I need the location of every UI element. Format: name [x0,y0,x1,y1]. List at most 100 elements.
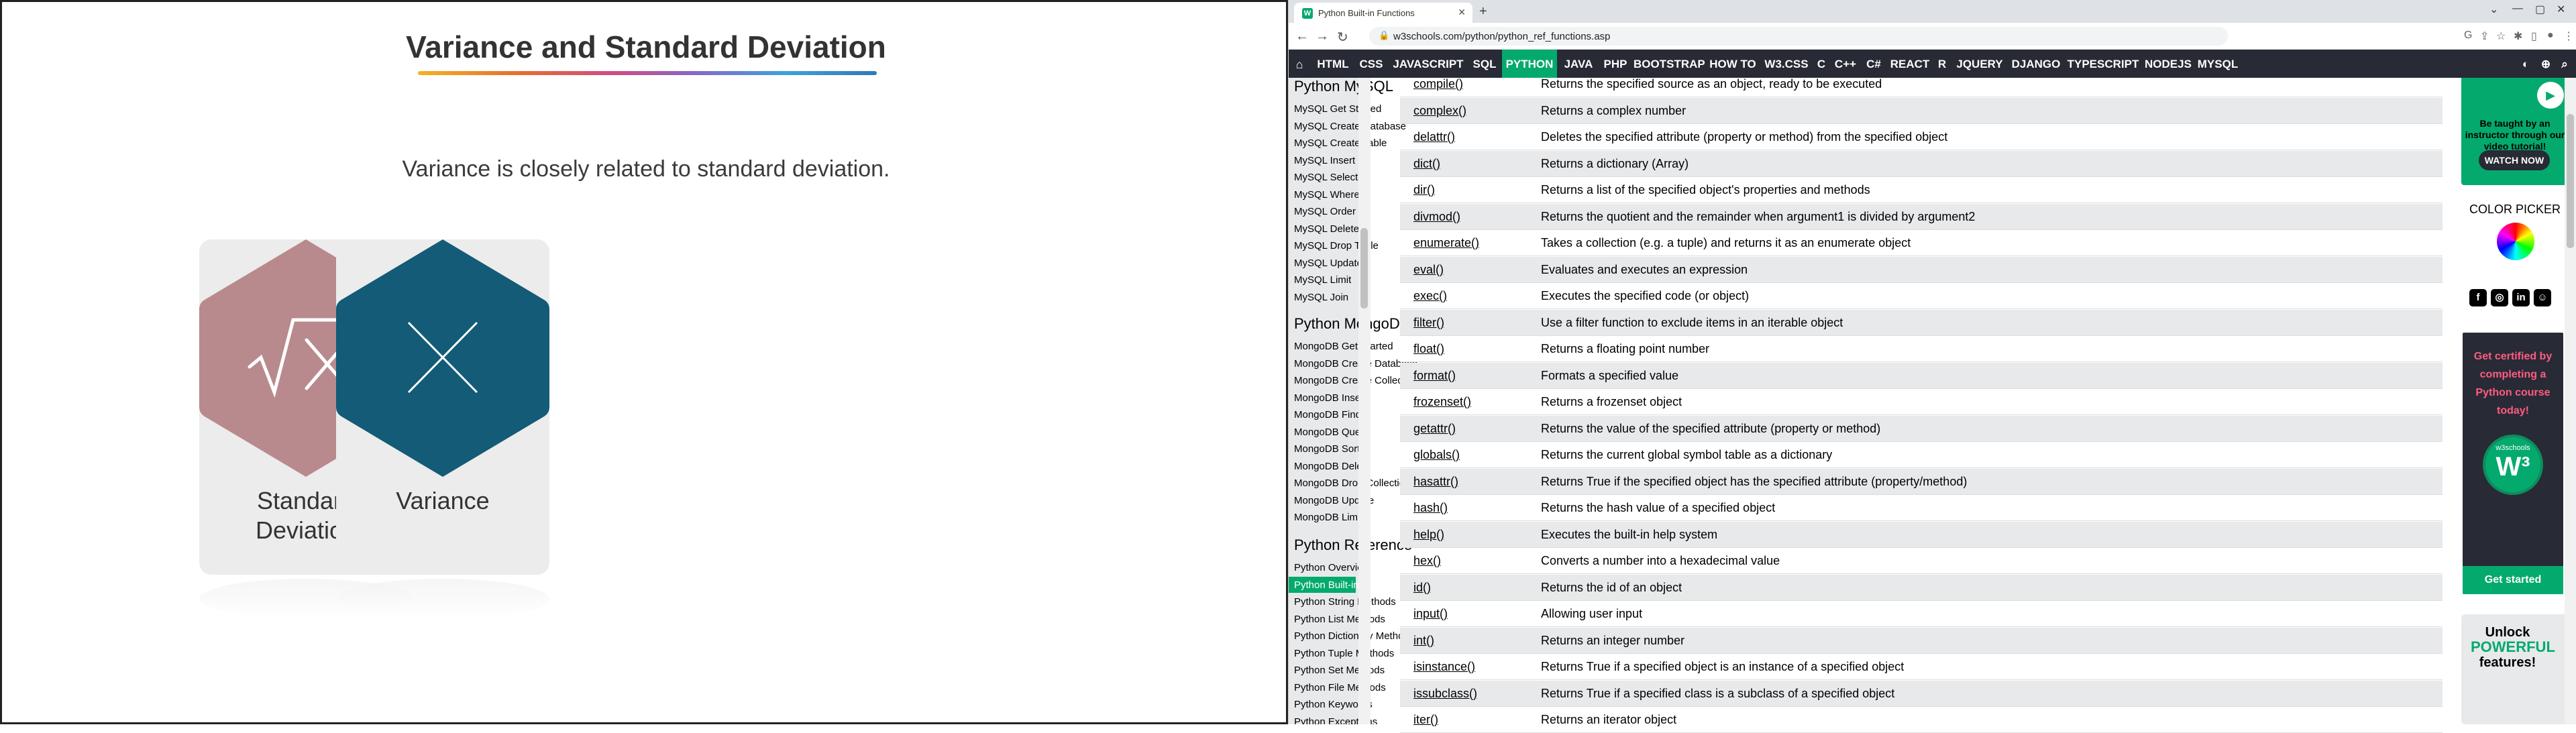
browser-tab[interactable]: W Python Built-in Functions ✕ [1294,3,1472,23]
sidebar-item-python-string-methods[interactable]: Python String Methods [1289,594,1396,610]
bookmark-star-icon[interactable]: ☆ [2496,30,2506,43]
sidebar-item-python-set-methods[interactable]: Python Set Methods [1289,662,1385,678]
function-link[interactable]: hash() [1413,501,1448,515]
function-link[interactable]: input() [1413,607,1448,621]
sidebar-item-mongodb-delete[interactable]: MongoDB Delete [1289,458,1371,474]
function-link[interactable]: compile() [1413,77,1463,91]
sidebar-item-mongodb-drop-collection[interactable]: MongoDB Drop Collection [1289,475,1410,491]
sidebar-item-python-dictionary-methods[interactable]: Python Dictionary Methods [1289,628,1414,644]
color-picker-title[interactable]: COLOR PICKER [2461,203,2569,217]
menu-icon[interactable]: ⋮ [2563,30,2574,43]
sidebar-icon[interactable]: ▯ [2531,30,2537,43]
sidebar-item-mysql-create-table[interactable]: MySQL Create Table [1289,135,1387,151]
sidebar-item-mysql-update[interactable]: MySQL Update [1289,255,1362,271]
sidebar-item-python-exceptions[interactable]: Python Exceptions [1289,714,1377,725]
sidebar-item-mongodb-create-collection[interactable]: MongoDB Create Collection [1289,372,1419,388]
profile-icon[interactable]: ● [2547,30,2554,42]
function-link[interactable]: dir() [1413,183,1435,197]
page-scroll-thumb[interactable] [2567,114,2574,248]
close-window-icon[interactable]: ✕ [2557,3,2565,16]
function-link[interactable]: format() [1413,369,1456,383]
google-icon[interactable]: G [2464,30,2472,42]
sidebar-item-python-built-in-functions[interactable]: Python Built-in Functions [1289,576,1405,593]
close-tab-icon[interactable]: ✕ [1458,7,1466,18]
function-link[interactable]: help() [1413,528,1444,542]
sidebar-item-mongodb-limit[interactable]: MongoDB Limit [1289,509,1363,525]
linkedin-icon[interactable]: in [2512,289,2530,306]
sidebar-item-mongodb-query[interactable]: MongoDB Query [1289,424,1369,440]
reload-icon[interactable]: ↻ [1337,29,1348,46]
function-link[interactable]: issubclass() [1413,687,1477,701]
function-link[interactable]: eval() [1413,263,1444,277]
extensions-icon[interactable]: ✱ [2514,30,2522,43]
sidebar-item-mongodb-get-started[interactable]: MongoDB Get Started [1289,338,1393,354]
function-link[interactable]: complex() [1413,104,1466,118]
function-link[interactable]: iter() [1413,713,1438,727]
sidebar-item-mysql-join[interactable]: MySQL Join [1289,289,1358,305]
sidebar-item-mongodb-sort[interactable]: MongoDB Sort [1289,441,1360,457]
function-link[interactable]: float() [1413,342,1444,356]
facebook-icon[interactable]: f [2469,289,2487,306]
sidebar-item-mongodb-create-database[interactable]: MongoDB Create Database [1289,355,1417,372]
table-row: eval() Evaluates and executes an expressi… [1400,256,2443,283]
sidebar-item-mysql-limit[interactable]: MySQL Limit [1289,272,1358,288]
new-tab-button[interactable]: + [1479,4,1487,19]
function-link[interactable]: getattr() [1413,422,1456,436]
video-tutorial-promo[interactable]: ▶ Be taught by an instructor through our… [2461,78,2569,185]
sidebar-item-python-file-methods[interactable]: Python File Methods [1289,679,1386,695]
certification-ad[interactable]: Get certified by completing a Python cou… [2463,333,2563,594]
nav-css[interactable]: CSS [1356,50,1387,78]
sidebar-item-mysql-insert[interactable]: MySQL Insert [1289,152,1358,168]
sidebar-item-mongodb-update[interactable]: MongoDB Update [1289,492,1374,508]
sidebar-item-mysql-create-database[interactable]: MySQL Create Database [1289,118,1406,134]
function-link[interactable]: int() [1413,634,1434,648]
function-link[interactable]: hasattr() [1413,475,1458,489]
sidebar-item-mysql-where[interactable]: MySQL Where [1289,186,1360,203]
sidebar-item-mongodb-find[interactable]: MongoDB Find [1289,406,1361,422]
sidebar-item-python-tuple-methods[interactable]: Python Tuple Methods [1289,645,1394,661]
sidebar-item-mysql-delete[interactable]: MySQL Delete [1289,221,1359,237]
share-icon[interactable]: ⇪ [2480,30,2489,43]
maximize-icon[interactable]: ▢ [2535,3,2545,16]
sidebar-item-mysql-order-by[interactable]: MySQL Order By [1289,203,1371,219]
table-row: hasattr() Returns True if the specified o… [1400,468,2443,495]
function-link[interactable]: id() [1413,581,1431,595]
instagram-icon[interactable]: ◎ [2491,289,2508,306]
sidebar-item-python-keywords[interactable]: Python Keywords [1289,696,1373,712]
search-icon[interactable]: ⌕ [2555,50,2574,78]
minimize-icon[interactable]: — [2512,3,2523,15]
home-icon[interactable]: ⌂ [1289,50,1310,78]
color-wheel-icon[interactable] [2497,223,2534,260]
back-icon[interactable]: ← [1295,29,1309,44]
unlock-features-ad[interactable]: Unlock POWERFUL features! [2461,614,2569,724]
function-link[interactable]: exec() [1413,289,1447,303]
sidebar-item-mysql-get-started[interactable]: MySQL Get Started [1289,101,1381,117]
function-link[interactable]: hex() [1413,554,1441,568]
function-link[interactable]: globals() [1413,448,1460,462]
nav-html[interactable]: HTML [1313,50,1353,78]
function-link[interactable]: isinstance() [1413,660,1475,674]
discord-icon[interactable]: ☺ [2534,289,2551,306]
forward-icon[interactable]: → [1316,29,1329,44]
function-link[interactable]: delattr() [1413,130,1455,144]
function-link[interactable]: dict() [1413,157,1440,171]
url-input[interactable]: 🔒 w3schools.com/python/python_ref_functi… [1369,27,2228,46]
function-link[interactable]: frozenset() [1413,395,1471,409]
sidebar-item-mongodb-insert[interactable]: MongoDB Insert [1289,390,1366,406]
function-link[interactable]: enumerate() [1413,236,1479,250]
watch-now-button[interactable]: WATCH NOW [2479,150,2550,170]
globe-icon[interactable]: ⊕ [2536,50,2555,78]
dark-mode-icon[interactable]: ◐ [2516,50,2535,78]
sidebar-item-mysql-select[interactable]: MySQL Select [1289,169,1358,185]
function-link[interactable]: filter() [1413,316,1444,330]
sidebar-scrollbar[interactable] [1358,78,1371,724]
function-link[interactable]: divmod() [1413,210,1460,224]
sidebar-item-python-list-methods[interactable]: Python List Methods [1289,611,1385,627]
sidebar-scroll-thumb[interactable] [1360,228,1368,308]
chevron-down-icon[interactable]: ⌄ [2489,3,2498,16]
unlock-line: features! [2479,655,2536,670]
sidebar-item-python-overview[interactable]: Python Overview [1289,559,1370,575]
get-started-button[interactable]: Get started [2463,566,2563,594]
sidebar-item-mysql-drop-table[interactable]: MySQL Drop Table [1289,237,1379,253]
play-icon[interactable]: ▶ [2537,82,2564,109]
